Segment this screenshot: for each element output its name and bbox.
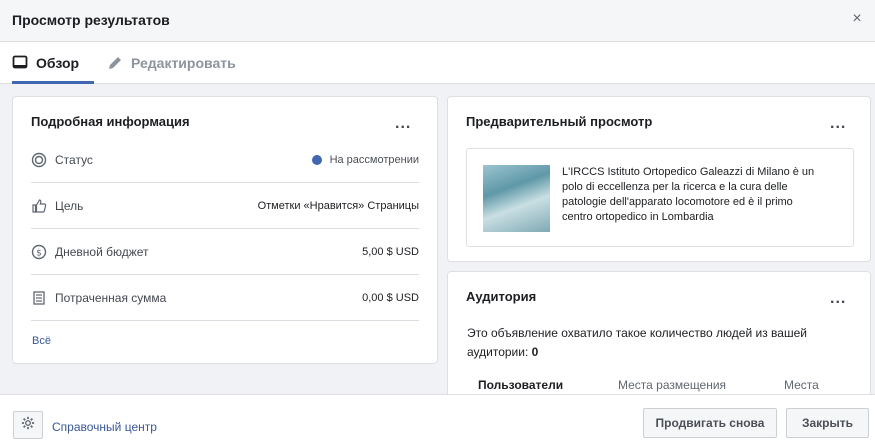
tab-edit[interactable]: Редактировать xyxy=(107,42,236,84)
spent-value: 0,00 $ USD xyxy=(362,291,419,304)
status-value: На рассмотрении xyxy=(311,153,419,166)
spent-label: Потраченная сумма xyxy=(55,290,167,305)
status-dot xyxy=(311,154,322,165)
goal-row: Цель Отметки «Нравится» Страницы xyxy=(31,183,419,229)
goal-label: Цель xyxy=(55,198,84,213)
tab-bar: Обзор Редактировать xyxy=(0,42,875,84)
audience-description-text: Это объявление охватило такое количество… xyxy=(467,326,807,359)
details-title: Подробная информация xyxy=(31,114,190,129)
settings-button[interactable] xyxy=(13,411,43,439)
audience-title: Аудитория xyxy=(466,289,537,304)
status-row: Статус На рассмотрении xyxy=(31,137,419,183)
close-button[interactable]: Закрыть xyxy=(786,408,869,438)
dialog-header: Просмотр результатов × xyxy=(0,0,875,42)
thumbs-up-icon xyxy=(31,198,47,214)
spent-row: Потраченная сумма 0,00 $ USD xyxy=(31,275,419,321)
budget-value: 5,00 $ USD xyxy=(362,245,419,258)
svg-text:$: $ xyxy=(36,248,42,258)
help-center-link[interactable]: Справочный центр xyxy=(52,420,157,434)
status-label: Статус xyxy=(55,152,93,167)
dialog-title: Просмотр результатов xyxy=(12,12,170,28)
details-more-button[interactable]: ... xyxy=(395,116,411,132)
gear-icon xyxy=(21,416,35,435)
content-area: Подробная информация ... Статус На рассм… xyxy=(0,84,875,394)
ad-text: L'IRCCS Istituto Ortopedico Galeazzi di … xyxy=(562,166,815,223)
promote-again-button[interactable]: Продвигать снова xyxy=(643,408,777,438)
see-all-link[interactable]: Всё xyxy=(32,335,51,347)
audience-tab-users[interactable]: Пользователи xyxy=(478,378,563,392)
dialog-footer: Справочный центр Продвигать снова Закрыт… xyxy=(0,394,875,443)
preview-card: Предварительный просмотр ... L'IRCCS Ist… xyxy=(447,96,871,262)
audience-tab-placements[interactable]: Места размещения xyxy=(618,378,726,392)
status-text: На рассмотрении xyxy=(329,153,419,166)
audience-more-button[interactable]: ... xyxy=(830,291,846,307)
details-card: Подробная информация ... Статус На рассм… xyxy=(12,96,438,364)
audience-count: 0 xyxy=(531,345,539,359)
audience-tab-locations[interactable]: Места xyxy=(784,378,819,392)
dollar-icon: $ xyxy=(31,244,47,260)
audience-description: Это объявление охватило такое количество… xyxy=(467,324,847,362)
preview-more-button[interactable]: ... xyxy=(830,116,846,132)
tab-overview[interactable]: Обзор xyxy=(12,42,94,84)
status-icon xyxy=(31,152,47,168)
pencil-icon xyxy=(107,55,123,71)
receipt-icon xyxy=(31,290,47,306)
budget-label: Дневной бюджет xyxy=(55,244,149,259)
close-icon[interactable]: × xyxy=(849,10,865,28)
goal-value: Отметки «Нравится» Страницы xyxy=(257,199,419,212)
tab-overview-label: Обзор xyxy=(36,55,80,71)
ad-image xyxy=(483,165,550,232)
preview-title: Предварительный просмотр xyxy=(466,114,653,129)
ad-preview[interactable]: L'IRCCS Istituto Ortopedico Galeazzi di … xyxy=(466,148,854,247)
audience-card: Аудитория ... Это объявление охватило та… xyxy=(447,271,871,394)
budget-row: $ Дневной бюджет 5,00 $ USD xyxy=(31,229,419,275)
tab-edit-label: Редактировать xyxy=(131,55,236,71)
monitor-icon xyxy=(12,55,28,71)
